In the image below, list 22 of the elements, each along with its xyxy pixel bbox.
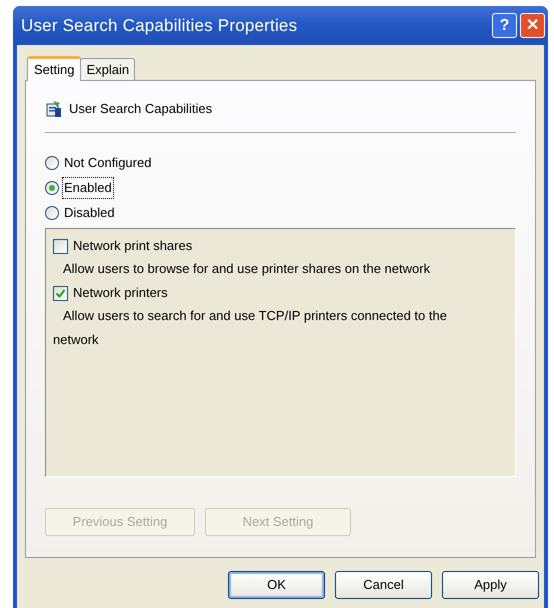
checkbox[interactable] [53, 286, 68, 300]
radio-label[interactable]: Enabled [63, 178, 113, 198]
checkbox-label[interactable]: Network printers [73, 283, 168, 303]
radio-button[interactable] [45, 181, 59, 195]
dialog-button[interactable]: Apply [442, 571, 539, 599]
window-title: User Search Capabilities Properties [21, 14, 298, 37]
radio-button[interactable] [45, 206, 59, 220]
help-button[interactable]: ? [492, 13, 517, 38]
checkbox[interactable] [53, 238, 68, 254]
tab[interactable]: Setting [27, 56, 82, 81]
policy-icon [45, 100, 63, 118]
radio-label[interactable]: Not Configured [63, 153, 152, 173]
setting-description: Allow users to browse for and use printer shares on the network [62, 260, 432, 278]
setting-description: Allow users to search for and use TCP/IP printers connected to the network [53, 307, 448, 349]
tab[interactable]: Explain [80, 58, 136, 80]
checkbox-label[interactable]: Network print shares [73, 236, 192, 256]
radio-button[interactable] [45, 156, 59, 170]
policy-name: User Search Capabilities [69, 100, 212, 118]
radio-label[interactable]: Disabled [63, 203, 116, 223]
dialog-button[interactable]: Cancel [335, 571, 432, 599]
close-button[interactable]: ✕ [520, 13, 545, 38]
dialog-button[interactable]: OK [228, 571, 325, 599]
